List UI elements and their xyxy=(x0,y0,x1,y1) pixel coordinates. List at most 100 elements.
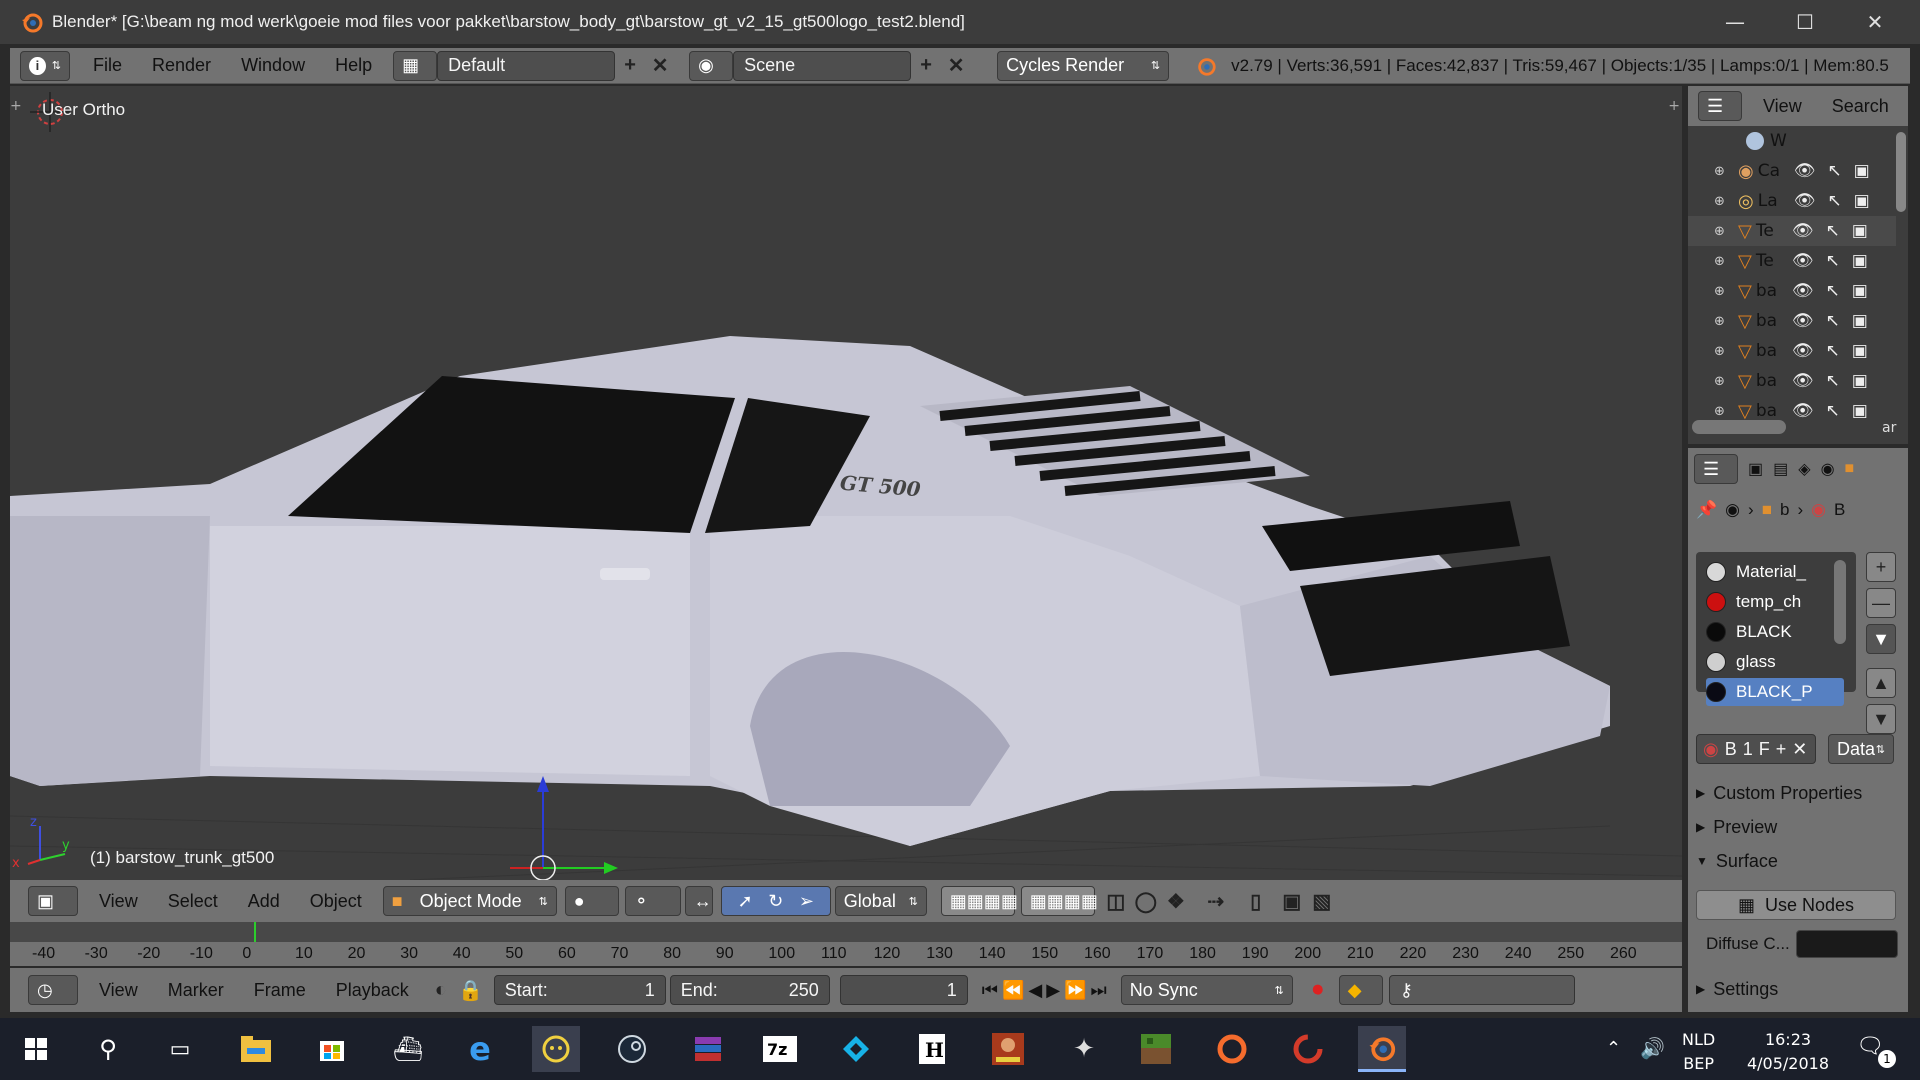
expand-toggle-icon[interactable]: ⊕ xyxy=(1714,194,1728,209)
viewport-shading-dropdown[interactable]: ● xyxy=(564,886,619,916)
play-icon[interactable]: ▶ xyxy=(1046,980,1060,1001)
render-tab-icon[interactable]: ▣ xyxy=(1748,459,1763,479)
frame-ruler[interactable]: -40 -30 -20 -10 0 10 20 30 40 50 60 70 80 90 100 110 120… xyxy=(10,922,1682,966)
eye-icon[interactable]: 👁 xyxy=(1794,161,1816,181)
cursor-select-icon[interactable]: ↖ xyxy=(1825,281,1839,301)
outliner-row[interactable]: ⊕ ▽ ba 👁 ↖ ▣ xyxy=(1688,366,1896,396)
editor-type-timeline-button[interactable]: ◷ xyxy=(28,975,78,1005)
outliner-vscrollbar[interactable] xyxy=(1896,132,1906,212)
sync-dropdown[interactable]: No Sync ⇅ xyxy=(1120,975,1293,1005)
keying-set-dropdown[interactable]: ◆ xyxy=(1338,975,1383,1005)
eye-icon[interactable]: 👁 xyxy=(1792,221,1814,241)
menu-view[interactable]: View xyxy=(84,891,153,912)
preview-panel[interactable]: ▶ Preview xyxy=(1696,812,1900,842)
maximize-button[interactable]: ☐ xyxy=(1770,0,1840,44)
eye-icon[interactable]: 👁 xyxy=(1794,191,1816,211)
winrar-icon[interactable] xyxy=(684,1026,732,1072)
settings-panel[interactable]: ▶ Settings xyxy=(1696,974,1900,1004)
tray-chevron-up-icon[interactable]: ⌃ xyxy=(1606,1038,1621,1059)
expand-toggle-icon[interactable]: ⊕ xyxy=(1714,164,1728,179)
kodi-icon[interactable] xyxy=(832,1026,880,1072)
minecraft-icon[interactable] xyxy=(1132,1026,1180,1072)
diffuse-color-swatch[interactable] xyxy=(1796,930,1898,958)
transform-manipulators-group[interactable]: ➚ ↻ ➢ xyxy=(720,886,831,916)
pivot-point-dropdown[interactable]: ⚬ xyxy=(624,886,681,916)
cursor-select-icon[interactable]: ↖ xyxy=(1825,221,1839,241)
lock-icon[interactable]: 🔒 xyxy=(456,975,486,1005)
snap-element-dropdown[interactable]: ⇢ xyxy=(1191,886,1241,916)
material-datablock-field[interactable]: ◉ B 1 F + ✕ xyxy=(1696,734,1816,764)
screen-layout-selector[interactable]: ▦ xyxy=(393,50,438,81)
expand-toggle-icon[interactable]: ⊕ xyxy=(1714,254,1728,269)
record-icon[interactable]: ⏺ xyxy=(1303,975,1333,1005)
move-slot-up-button[interactable]: ▲ xyxy=(1866,668,1896,698)
input-language[interactable]: NLD BEP xyxy=(1682,1028,1715,1076)
camera-render-icon[interactable]: ▣ xyxy=(1852,221,1868,241)
material-list-scrollbar[interactable] xyxy=(1834,560,1846,644)
end-frame-field[interactable]: End: 250 xyxy=(669,975,830,1005)
properties-toggle-icon[interactable]: + xyxy=(1668,98,1680,114)
cursor-select-icon[interactable]: ↖ xyxy=(1825,371,1839,391)
move-slot-down-button[interactable]: ▼ xyxy=(1866,704,1896,734)
store-icon[interactable] xyxy=(308,1026,356,1072)
outliner-row[interactable]: ⊕ ▽ ba 👁 ↖ ▣ xyxy=(1688,306,1896,336)
play-reverse-icon[interactable]: ◀ xyxy=(1028,980,1042,1001)
cursor-select-icon[interactable]: ↖ xyxy=(1827,161,1841,181)
outliner-row[interactable]: ⊕ ▽ ba 👁 ↖ ▣ xyxy=(1688,276,1896,306)
screen-layout-field[interactable]: Default xyxy=(437,50,616,81)
lock-layers-icon[interactable]: ◫ xyxy=(1101,886,1131,916)
eye-icon[interactable]: 👁 xyxy=(1792,371,1814,391)
menu-help[interactable]: Help xyxy=(320,55,387,76)
camera-render-icon[interactable]: ▣ xyxy=(1854,161,1870,181)
material-slot[interactable]: glass xyxy=(1706,648,1844,676)
cursor-select-icon[interactable]: ↖ xyxy=(1825,401,1839,421)
fake-user-toggle[interactable]: F xyxy=(1759,739,1770,760)
origin-icon[interactable] xyxy=(1208,1026,1256,1072)
pin-icon[interactable]: 📌 xyxy=(1696,500,1717,520)
close-button[interactable]: ✕ xyxy=(1840,0,1910,44)
cursor-select-icon[interactable]: ↖ xyxy=(1825,341,1839,361)
toolshelf-toggle-icon[interactable]: + xyxy=(10,98,22,114)
expand-toggle-icon[interactable]: ⊕ xyxy=(1714,284,1728,299)
menu-render[interactable]: Render xyxy=(137,55,226,76)
scene-field[interactable]: Scene xyxy=(733,50,912,81)
expand-toggle-icon[interactable]: ⊕ xyxy=(1714,224,1728,239)
menu-file[interactable]: File xyxy=(78,55,137,76)
max-payne-icon[interactable] xyxy=(984,1026,1032,1072)
layers-group-1[interactable]: ▦▦▦▦ xyxy=(940,886,1018,916)
corsair-icon[interactable]: ⛴ xyxy=(384,1026,432,1072)
preview-range-icon[interactable]: ◐ xyxy=(426,975,456,1005)
camera-render-icon[interactable]: ▣ xyxy=(1852,281,1868,301)
material-slot[interactable]: BLACK_P xyxy=(1706,678,1844,706)
material-slot[interactable]: BLACK xyxy=(1706,618,1844,646)
mode-dropdown[interactable]: ■ Object Mode ⇅ xyxy=(382,886,557,916)
3d-viewport[interactable]: z y x GT 500 User Ortho (1) barstow_trun… xyxy=(10,86,1682,880)
eye-icon[interactable]: 👁 xyxy=(1792,251,1814,271)
world-tab-icon[interactable]: ◉ xyxy=(1821,459,1835,479)
keying-set-field[interactable]: ⚷ xyxy=(1388,975,1575,1005)
layers-group-2[interactable]: ▦▦▦▦ xyxy=(1020,886,1098,916)
beamng-icon[interactable] xyxy=(532,1026,580,1072)
surface-panel[interactable]: ▼ Surface xyxy=(1696,846,1900,876)
editor-type-properties-button[interactable]: ☰ xyxy=(1694,454,1738,484)
aorus-icon[interactable]: ✦ xyxy=(1060,1026,1108,1072)
add-screen-button[interactable]: + xyxy=(615,51,645,81)
camera-render-icon[interactable]: ▣ xyxy=(1852,401,1868,421)
menu-playback[interactable]: Playback xyxy=(321,980,424,1001)
snap-icon[interactable]: ❖ xyxy=(1161,886,1191,916)
menu-marker[interactable]: Marker xyxy=(153,980,239,1001)
remove-screen-button[interactable]: ✕ xyxy=(645,51,675,81)
jump-start-icon[interactable]: ⏮ xyxy=(982,980,998,1001)
expand-toggle-icon[interactable]: ⊕ xyxy=(1714,344,1728,359)
menu-timeline-view[interactable]: View xyxy=(84,980,153,1001)
clock[interactable]: 16:23 4/05/2018 xyxy=(1738,1028,1838,1076)
manipulator-toggle-button[interactable]: ↔ xyxy=(684,886,713,916)
task-view-icon[interactable]: ▭ xyxy=(156,1026,204,1072)
unlink-material-icon[interactable]: ✕ xyxy=(1792,739,1807,760)
material-slot-list[interactable]: Material_ temp_ch BLACK glass BLACK_P xyxy=(1696,552,1856,706)
minimize-button[interactable]: — xyxy=(1700,0,1770,44)
camera-render-icon[interactable]: ▣ xyxy=(1854,191,1870,211)
outliner-row[interactable]: ⊕ ▽ ba 👁 ↖ ▣ xyxy=(1688,336,1896,366)
add-scene-button[interactable]: + xyxy=(911,51,941,81)
volume-icon[interactable]: 🔊 xyxy=(1640,1036,1665,1060)
